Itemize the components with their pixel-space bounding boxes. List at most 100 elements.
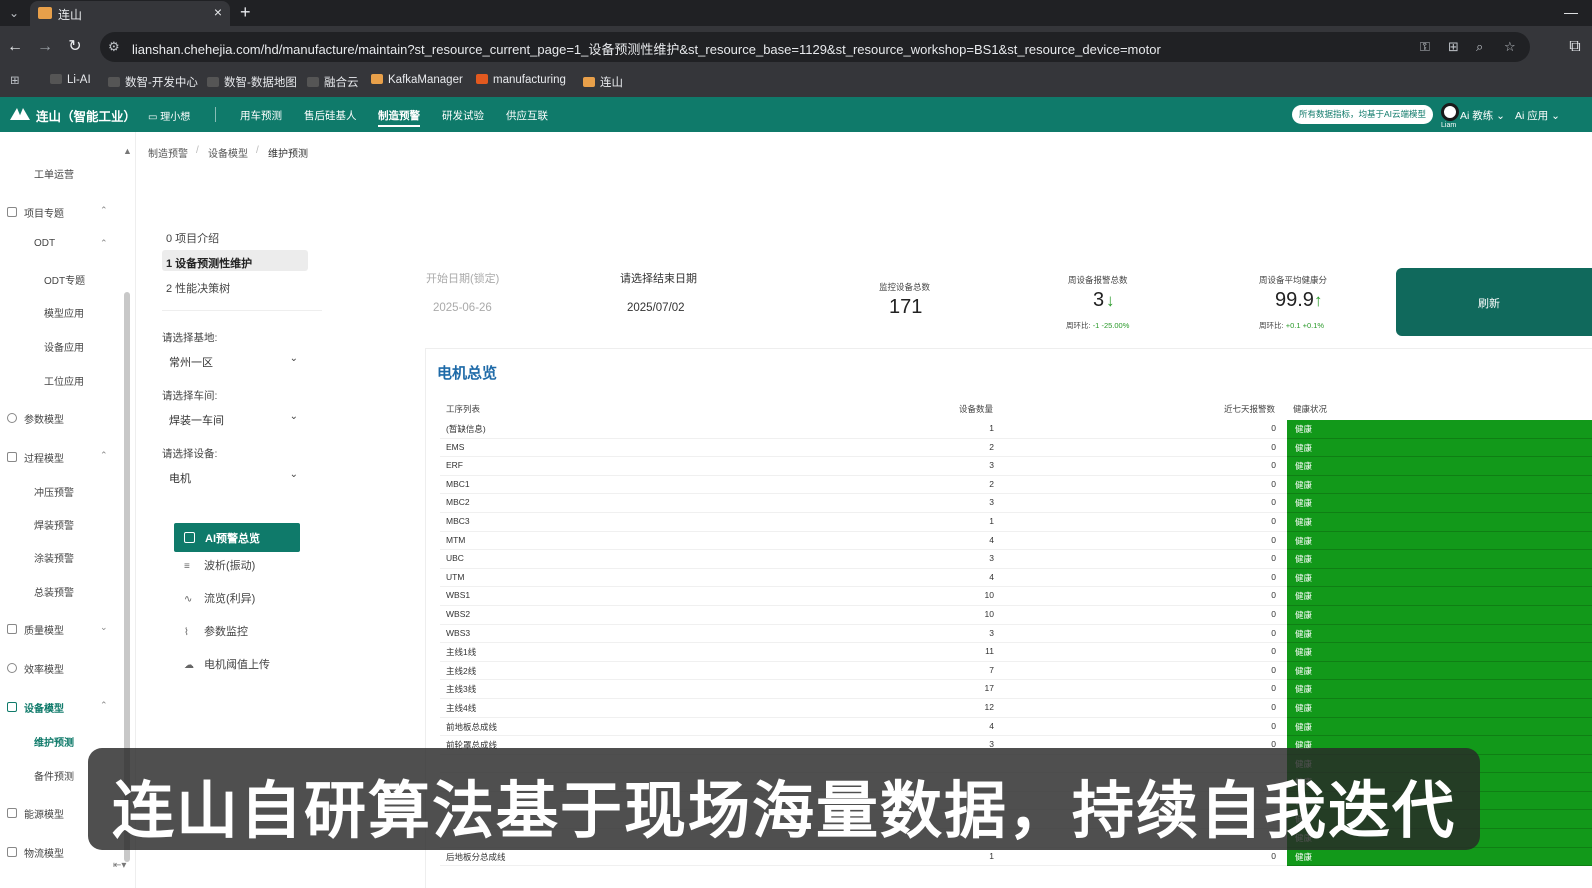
table-row[interactable]: MBC2 3 0 健康 <box>440 494 1592 513</box>
table-row[interactable]: WBS2 10 0 健康 <box>440 605 1592 625</box>
end-date-picker[interactable]: 2025/07/02 <box>627 302 685 314</box>
process-name-cell: UTM <box>446 571 465 582</box>
sidebar-item-process-model[interactable]: 过程模型 <box>24 450 64 465</box>
alarm-count-cell: 0 <box>1271 850 1276 861</box>
ai-coach-menu[interactable]: Ai 教练 ⌄ <box>1460 108 1505 123</box>
translate-icon[interactable]: ⊞ <box>1448 39 1459 55</box>
sidebar-item-odt[interactable]: ODT <box>34 238 55 249</box>
sidebar-item-logistics[interactable]: 物流模型 <box>24 845 64 860</box>
table-row[interactable]: UBC 3 0 健康 <box>440 550 1592 569</box>
collapse-menu-icon[interactable]: ⇤▾ <box>113 860 126 871</box>
table-row[interactable]: ERF 3 0 健康 <box>440 457 1592 476</box>
close-tab-icon[interactable]: × <box>214 4 222 20</box>
browser-tab[interactable]: 连山 × <box>30 1 230 26</box>
sidebar-item-work-orders[interactable]: 工单运营 <box>34 166 74 181</box>
bookmark-dev-center[interactable]: 数智-开发中心 <box>108 74 198 90</box>
sidebar-item-energy[interactable]: 能源模型 <box>24 806 64 821</box>
table-row[interactable]: 前地板总成线 4 0 健康 <box>440 717 1592 737</box>
sidebar-item-param-model[interactable]: 参数模型 <box>24 411 64 426</box>
menu-item-vibration[interactable]: ≡ 波析(振动) <box>184 557 255 573</box>
table-row[interactable]: 主线4线 12 0 健康 <box>440 698 1592 718</box>
avatar[interactable] <box>1441 103 1459 121</box>
extensions-icon[interactable]: ⧉ <box>1564 36 1586 58</box>
sidebar-item-projects[interactable]: 项目专题 <box>24 205 64 220</box>
subnav-decision-tree[interactable]: 2 性能决策树 <box>166 280 230 296</box>
table-row[interactable]: 后地板分总成线 1 0 健康 <box>440 847 1592 867</box>
nav-manufacturing-warning[interactable]: 制造预警 <box>378 108 420 127</box>
reload-icon[interactable]: ↻ <box>64 36 86 58</box>
bookmark-data-map[interactable]: 数智-数据地图 <box>207 74 297 90</box>
table-row[interactable]: (暂缺信息) 1 0 健康 <box>440 420 1592 439</box>
sidebar-item-quality[interactable]: 质量模型 <box>24 622 64 637</box>
table-row[interactable]: 主线3线 17 0 健康 <box>440 680 1592 699</box>
sidebar-item-assembly[interactable]: 总装预警 <box>34 584 74 599</box>
back-icon[interactable]: ← <box>4 36 26 58</box>
device-select[interactable]: 电机 ⌄ <box>162 465 302 489</box>
password-key-icon[interactable]: ⚿ <box>1420 39 1430 55</box>
chevron-down-icon[interactable]: ⌄ <box>100 622 108 633</box>
bookmark-li-ai[interactable]: Li-AI <box>50 74 91 86</box>
nav-rd-testing[interactable]: 研发试验 <box>442 108 484 123</box>
zoom-icon[interactable]: ⌕ <box>1476 39 1483 55</box>
site-info-icon[interactable]: ⚙ <box>108 39 120 55</box>
minimize-icon[interactable]: — <box>1564 4 1578 20</box>
mini-program-link[interactable]: ▭ 理小想 <box>148 108 190 123</box>
table-row[interactable]: 主线2线 7 0 健康 <box>440 661 1592 681</box>
table-row[interactable]: EMS 2 0 健康 <box>440 438 1592 458</box>
sidebar-item-odt-topic[interactable]: ODT专题 <box>44 272 85 287</box>
nav-after-sales[interactable]: 售后硅基人 <box>304 108 357 123</box>
bookmark-manufacturing[interactable]: manufacturing <box>476 74 566 86</box>
sidebar-item-maintenance[interactable]: 维护预测 <box>34 734 74 749</box>
table-row[interactable]: MBC3 1 0 健康 <box>440 512 1592 532</box>
table-row[interactable]: MTM 4 0 健康 <box>440 531 1592 551</box>
health-status-cell: 健康 <box>1287 624 1592 644</box>
bookmark-kafkamanager[interactable]: KafkaManager <box>371 74 463 86</box>
health-status-label: 健康 <box>1295 442 1313 453</box>
chevron-up-icon[interactable]: ⌃ <box>100 450 108 461</box>
process-name-cell: 主线1线 <box>446 647 477 658</box>
chevron-up-icon[interactable]: ⌃ <box>100 700 108 711</box>
sidebar-item-welding[interactable]: 焊装预警 <box>34 517 74 532</box>
sidebar-item-model-app[interactable]: 模型应用 <box>44 305 84 320</box>
health-status-cell: 健康 <box>1287 587 1592 606</box>
scroll-up-icon[interactable]: ▲ <box>123 146 132 156</box>
tab-search-icon[interactable]: ⌄ <box>5 4 23 22</box>
nav-car-prediction[interactable]: 用车预测 <box>240 108 282 123</box>
sidebar-item-stamping[interactable]: 冲压预警 <box>34 484 74 499</box>
forward-icon[interactable]: → <box>34 36 56 58</box>
process-name-cell: WBS1 <box>446 590 471 601</box>
chevron-up-icon[interactable]: ⌃ <box>100 238 108 249</box>
workshop-select[interactable]: 焊装一车间 ⌄ <box>162 407 302 431</box>
ai-warning-overview-button[interactable]: AI预警总览 <box>174 523 300 552</box>
ai-apps-menu[interactable]: Ai 应用 ⌄ <box>1515 108 1560 123</box>
table-row[interactable]: WBS3 3 0 健康 <box>440 624 1592 644</box>
menu-item-threshold-upload[interactable]: ☁ 电机阈值上传 <box>184 656 270 672</box>
sidebar-item-station-app[interactable]: 工位应用 <box>44 373 84 388</box>
sidebar-item-painting[interactable]: 涂装预警 <box>34 550 74 565</box>
table-row[interactable]: UTM 4 0 健康 <box>440 568 1592 588</box>
sidebar-item-device-model[interactable]: 设备模型 <box>24 700 64 715</box>
sidebar-item-spare-parts[interactable]: 备件预测 <box>34 768 74 783</box>
menu-item-param-monitor[interactable]: ⌇ 参数监控 <box>184 623 248 639</box>
new-tab-icon[interactable]: + <box>240 2 251 23</box>
bookmark-fusion-cloud[interactable]: 融合云 <box>307 74 359 90</box>
subnav-predictive-maintenance[interactable]: 1 设备预测性维护 <box>166 255 252 271</box>
app-name[interactable]: 连山（智能工业） <box>36 106 136 125</box>
url-field[interactable]: ⚙ lianshan.chehejia.com/hd/manufacture/m… <box>100 32 1530 62</box>
sidebar-item-device-app[interactable]: 设备应用 <box>44 339 84 354</box>
nav-supply[interactable]: 供应互联 <box>506 108 548 123</box>
refresh-button[interactable]: 刷新 <box>1396 268 1592 336</box>
breadcrumb-item[interactable]: 制造预警 <box>148 145 188 160</box>
breadcrumb-item[interactable]: 设备模型 <box>208 145 248 160</box>
menu-item-flow[interactable]: ∿ 流览(利异) <box>184 590 255 606</box>
table-row[interactable]: WBS1 10 0 健康 <box>440 587 1592 606</box>
subnav-project-intro[interactable]: 0 项目介绍 <box>166 230 219 246</box>
bookmark-star-icon[interactable]: ☆ <box>1504 39 1516 55</box>
chevron-up-icon[interactable]: ⌃ <box>100 205 108 216</box>
apps-grid-icon[interactable]: ⊞ <box>10 73 20 87</box>
bookmark-lianshan[interactable]: 连山 <box>583 74 623 90</box>
base-select[interactable]: 常州一区 ⌄ <box>162 349 302 373</box>
table-row[interactable]: MBC1 2 0 健康 <box>440 475 1592 495</box>
sidebar-item-efficiency[interactable]: 效率模型 <box>24 661 64 676</box>
table-row[interactable]: 主线1线 11 0 健康 <box>440 643 1592 662</box>
